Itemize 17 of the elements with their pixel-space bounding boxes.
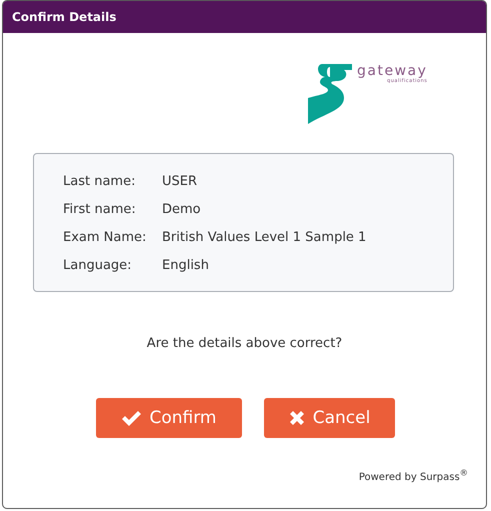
confirm-button[interactable]: Confirm: [96, 398, 242, 438]
cancel-button[interactable]: Cancel: [264, 398, 395, 438]
detail-value: English: [162, 257, 210, 275]
detail-value: Demo: [162, 201, 202, 219]
window-title: Confirm Details: [12, 10, 116, 24]
detail-value: British Values Level 1 Sample 1: [162, 229, 368, 247]
detail-label: Exam Name:: [63, 229, 148, 247]
detail-value: USER: [162, 173, 198, 191]
detail-label: Language:: [63, 257, 133, 275]
check-icon: [121, 410, 142, 426]
detail-label: First name:: [63, 201, 137, 219]
close-icon: [288, 410, 305, 426]
detail-label: Last name:: [63, 173, 136, 191]
question-text: Are the details above correct?: [146, 336, 344, 351]
logo-name: gateway: [357, 64, 428, 78]
logo-icon: [308, 62, 354, 124]
powered-by-text: Powered by Surpass$^{®}$: [358, 468, 468, 484]
